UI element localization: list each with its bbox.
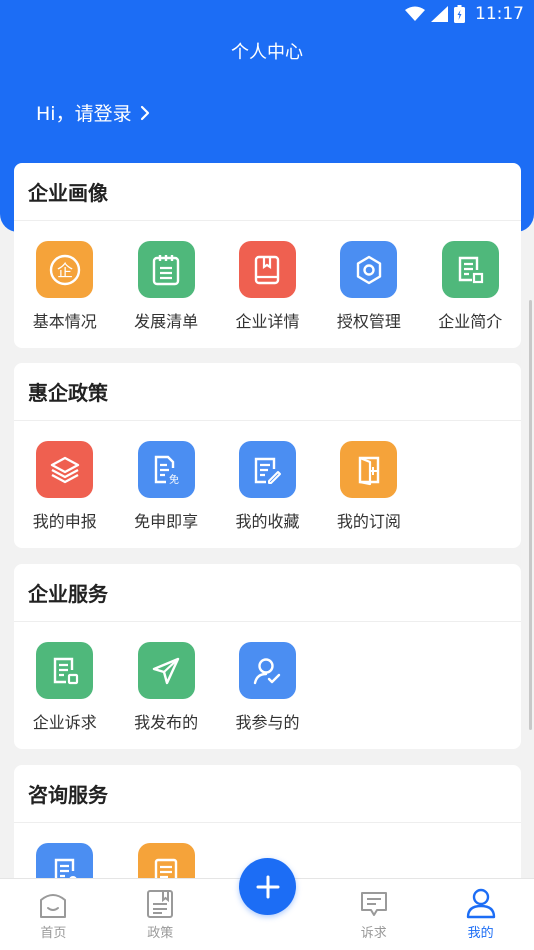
menu-item-my-favorites[interactable]: 我的收藏: [217, 441, 318, 532]
door-icon: [340, 441, 398, 498]
user-check-icon: [238, 642, 296, 699]
send-icon: [137, 642, 195, 699]
menu-item-label: 我参与的: [235, 713, 300, 732]
message-icon: [360, 892, 387, 916]
checklist-icon: [137, 241, 195, 298]
tab-label: 我的: [467, 926, 494, 941]
svg-text:免: 免: [169, 473, 179, 486]
menu-item-authorization[interactable]: 授权管理: [318, 241, 419, 332]
section-policy: 惠企政策 我的申报 免 免申即享 我的收藏 我的订阅: [14, 363, 521, 548]
section-enterprise-profile: 企业画像 企 基本情况 发展清单 企业详情 授权管理 企业简介: [14, 163, 521, 348]
plus-icon: [256, 875, 279, 898]
request-document-icon: [36, 642, 94, 699]
edit-document-icon: [238, 441, 296, 498]
menu-item-my-participated[interactable]: 我参与的: [217, 642, 318, 733]
battery-icon: [454, 5, 465, 23]
section-title: 惠企政策: [14, 363, 521, 421]
menu-item-label: 我发布的: [134, 713, 199, 732]
menu-item-label: 我的订阅: [336, 512, 401, 531]
menu-item-enterprise-intro[interactable]: 企业简介: [420, 241, 521, 332]
menu-item-label: 企业诉求: [32, 713, 97, 732]
scrollbar[interactable]: [529, 300, 532, 730]
status-time: 11:17: [475, 4, 524, 24]
tab-home[interactable]: 首页: [0, 879, 107, 950]
tab-label: 首页: [40, 926, 67, 941]
section-title: 企业画像: [14, 163, 521, 221]
enterprise-icon: 企: [36, 241, 94, 298]
menu-item-label: 我的申报: [32, 512, 97, 531]
status-bar: 11:17: [0, 0, 534, 28]
signal-icon: [431, 6, 448, 22]
menu-item-my-subscriptions[interactable]: 我的订阅: [318, 441, 419, 532]
menu-item-label: 发展清单: [134, 312, 199, 331]
menu-item-exempt-enjoy[interactable]: 免 免申即享: [115, 441, 216, 532]
chevron-right-icon: [140, 105, 149, 120]
svg-text:企: 企: [57, 261, 73, 280]
menu-item-label: 企业详情: [235, 312, 300, 331]
section-title: 企业服务: [14, 564, 521, 622]
tab-label: 诉求: [360, 926, 387, 941]
menu-item-my-applications[interactable]: 我的申报: [14, 441, 115, 532]
login-link[interactable]: Hi，请登录: [36, 99, 150, 126]
login-text: Hi，请登录: [36, 103, 132, 125]
tab-requests[interactable]: 诉求: [320, 879, 427, 950]
menu-item-label: 我的收藏: [235, 512, 300, 531]
home-icon: [40, 894, 67, 918]
wifi-icon: [405, 6, 425, 21]
policy-icon: [147, 890, 174, 918]
menu-item-label: 企业简介: [438, 312, 503, 331]
page-title: 个人中心: [231, 42, 303, 63]
add-button[interactable]: [239, 858, 296, 915]
tab-label: 政策: [147, 926, 174, 941]
menu-item-label: 免申即享: [134, 512, 199, 531]
section-enterprise-service: 企业服务 企业诉求 我发布的 我参与的: [14, 564, 521, 749]
tab-policy[interactable]: 政策: [107, 879, 214, 950]
menu-item-enterprise-details[interactable]: 企业详情: [217, 241, 318, 332]
user-icon: [466, 888, 495, 919]
book-icon: [238, 241, 296, 298]
menu-item-label: 基本情况: [32, 312, 97, 331]
layers-icon: [36, 441, 94, 498]
document-icon: [441, 241, 499, 298]
menu-item-basic-info[interactable]: 企 基本情况: [14, 241, 115, 332]
tab-mine[interactable]: 我的: [427, 879, 534, 950]
menu-item-development-list[interactable]: 发展清单: [115, 241, 216, 332]
exempt-document-icon: 免: [137, 441, 195, 498]
gear-icon: [340, 241, 398, 298]
menu-item-label: 授权管理: [336, 312, 401, 331]
section-title: 咨询服务: [14, 765, 521, 823]
menu-item-enterprise-requests[interactable]: 企业诉求: [14, 642, 115, 733]
menu-item-my-published[interactable]: 我发布的: [115, 642, 216, 733]
